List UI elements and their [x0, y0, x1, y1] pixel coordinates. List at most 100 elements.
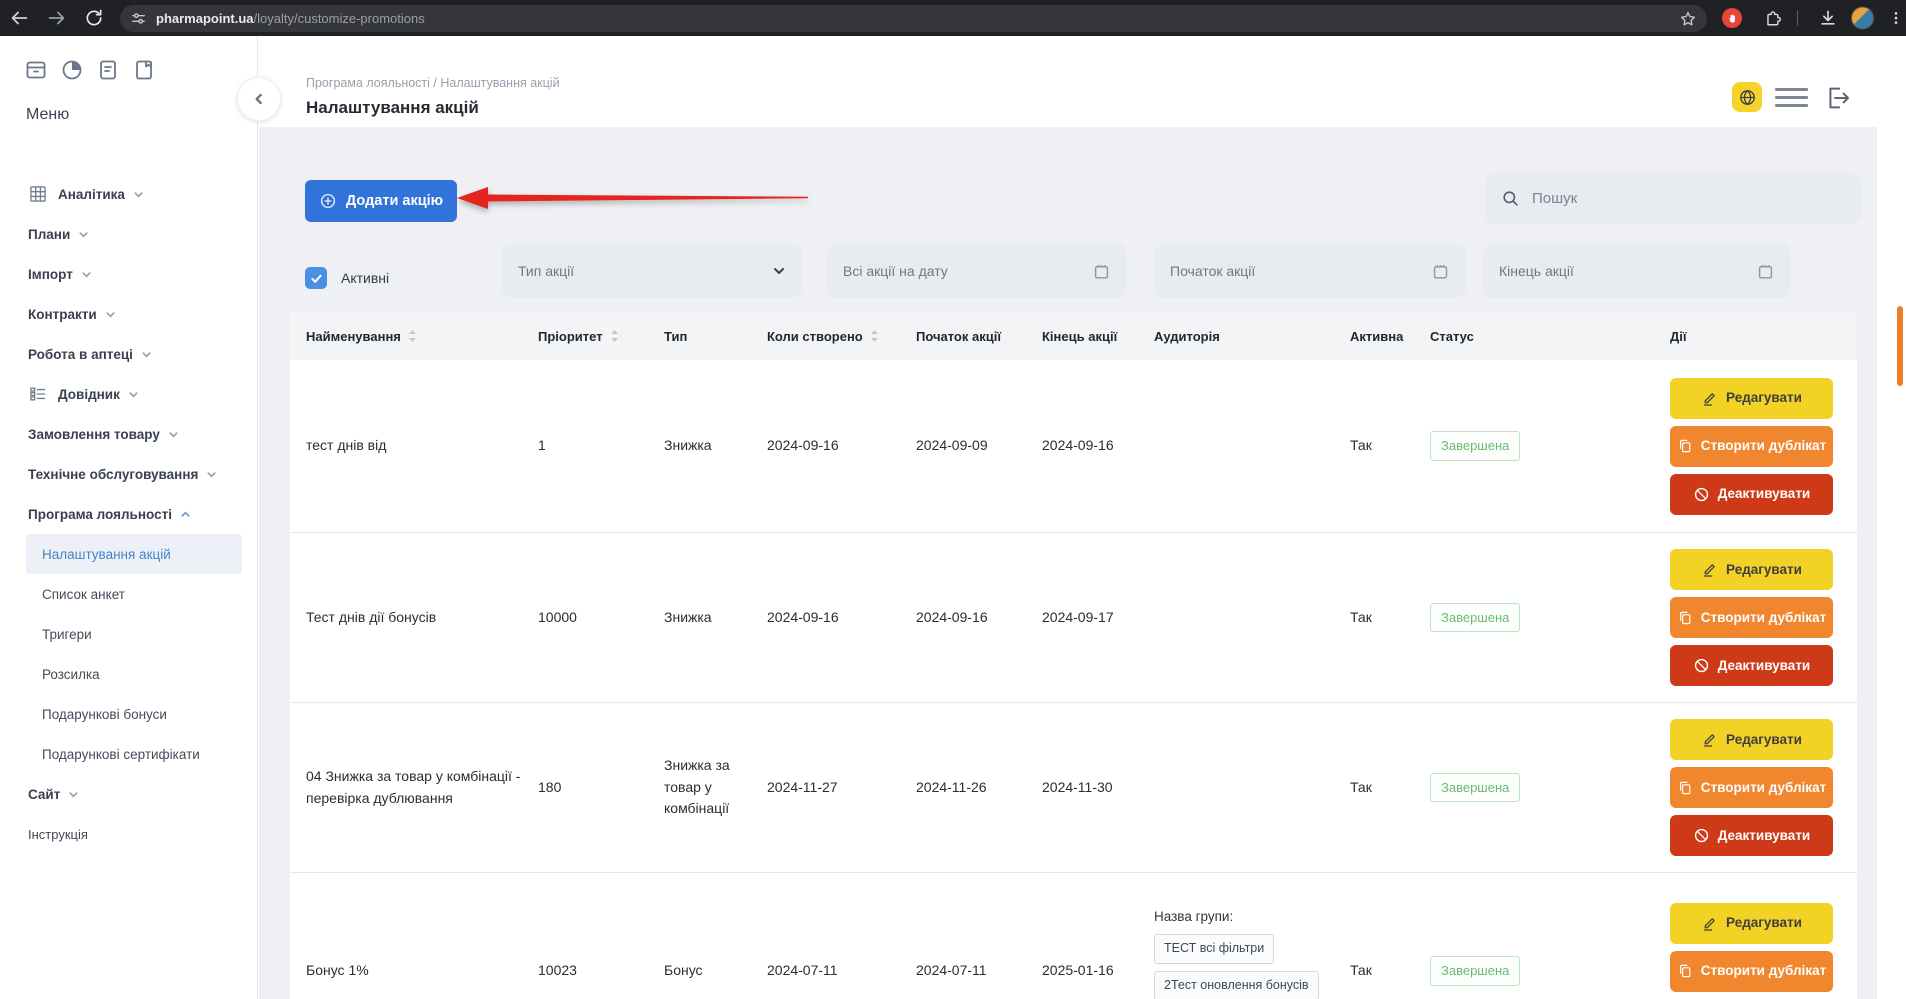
cell-audience — [1138, 360, 1334, 532]
edit-button[interactable]: Редагувати — [1670, 719, 1833, 760]
search-box[interactable] — [1485, 173, 1861, 224]
table-row: тест днів від 1 Знижка 2024-09-16 2024-0… — [290, 360, 1857, 533]
active-checkbox[interactable] — [305, 267, 327, 289]
deactivate-button[interactable]: Деактивувати — [1670, 474, 1833, 515]
search-input[interactable] — [1530, 189, 1845, 208]
sidebar-item-directory[interactable]: Довідник — [0, 374, 257, 414]
sidebar-item-pharmacy-work[interactable]: Робота в аптеці — [0, 334, 257, 374]
sort-icon[interactable] — [408, 329, 417, 343]
sidebar-item-loyalty-program[interactable]: Програма лояльності — [0, 494, 257, 534]
duplicate-button[interactable]: Створити дублікат — [1670, 426, 1833, 467]
duplicate-button[interactable]: Створити дублікат — [1670, 597, 1833, 638]
sidebar-item-plans[interactable]: Плани — [0, 214, 257, 254]
cell-audience: Назва групи: ТЕСТ всі фільтри 2Тест онов… — [1138, 873, 1334, 999]
sidebar-subitem-gift-certificates[interactable]: Подарункові сертифікати — [26, 734, 242, 774]
sidebar-subitem-customize-promotions[interactable]: Налаштування акцій — [26, 534, 242, 574]
deactivate-button[interactable]: Деактивувати — [1670, 815, 1833, 856]
breadcrumb[interactable]: Програма лояльності / Налаштування акцій — [306, 76, 560, 90]
cell-actions: Редагувати Створити дублікат Деактивуват… — [1654, 873, 1845, 999]
pie-chart-icon[interactable] — [60, 58, 84, 82]
table-header-row: Найменування Пріоритет Тип Коли створено… — [290, 312, 1857, 360]
cell-actions: Редагувати Створити дублікат Деактивуват… — [1654, 360, 1845, 532]
column-header-created[interactable]: Коли створено — [751, 312, 900, 360]
cell-name: Тест днів дії бонусів — [290, 533, 522, 702]
sidebar-item-instruction[interactable]: Інструкція — [0, 814, 257, 854]
promotion-type-dropdown[interactable]: Тип акції — [502, 244, 802, 298]
site-settings-icon[interactable] — [130, 10, 147, 27]
cell-status: Завершена — [1414, 873, 1654, 999]
sidebar-item-goods-order[interactable]: Замовлення товару — [0, 414, 257, 454]
end-date-picker[interactable]: Кінець акції — [1483, 244, 1791, 298]
cell-actions: Редагувати Створити дублікат Деактивуват… — [1654, 703, 1845, 872]
start-date-picker[interactable]: Початок акції — [1154, 244, 1466, 298]
browser-chrome: pharmapoint.ua/loyalty/customize-promoti… — [0, 0, 1906, 36]
sort-icon[interactable] — [610, 329, 619, 343]
deactivate-button[interactable]: Деактивувати — [1670, 645, 1833, 686]
archive-icon[interactable] — [24, 58, 48, 82]
language-globe-button[interactable] — [1732, 82, 1762, 112]
sidebar-item-contracts[interactable]: Контракти — [0, 294, 257, 334]
extensions-puzzle-icon[interactable] — [1764, 9, 1783, 28]
status-badge: Завершена — [1430, 773, 1520, 803]
slashed-circle-icon — [1693, 657, 1710, 674]
sidebar-subitem-triggers[interactable]: Тригери — [26, 614, 242, 654]
cell-priority: 1 — [522, 360, 648, 532]
chevron-down-icon — [128, 389, 139, 400]
active-checkbox-label: Активні — [341, 270, 389, 286]
sidebar-item-import[interactable]: Імпорт — [0, 254, 257, 294]
sidebar-item-label: Довідник — [58, 387, 120, 402]
edit-button[interactable]: Редагувати — [1670, 378, 1833, 419]
duplicate-button[interactable]: Створити дублікат — [1670, 951, 1833, 992]
book-icon[interactable] — [132, 58, 156, 82]
table-row: Тест днів дії бонусів 10000 Знижка 2024-… — [290, 533, 1857, 703]
cell-active: Так — [1334, 873, 1414, 999]
pencil-icon — [1701, 561, 1718, 578]
downloads-icon[interactable] — [1818, 8, 1838, 28]
column-header-status: Статус — [1414, 312, 1654, 360]
column-header-name[interactable]: Найменування — [290, 312, 522, 360]
sidebar-item-analytics[interactable]: Аналітика — [0, 174, 257, 214]
sidebar-subitem-questionnaires[interactable]: Список анкет — [26, 574, 242, 614]
chevron-down-icon — [772, 264, 786, 278]
cell-type: Знижка за товар у комбінації — [648, 703, 751, 872]
sidebar-item-maintenance[interactable]: Технічне обслуговування — [0, 454, 257, 494]
add-promotion-button[interactable]: Додати акцію — [305, 180, 457, 222]
browser-profile-avatar[interactable] — [1851, 7, 1874, 30]
column-header-priority[interactable]: Пріоритет — [522, 312, 648, 360]
sidebar-subitem-label: Список анкет — [42, 587, 125, 602]
menu-hamburger-icon[interactable] — [1775, 88, 1808, 107]
edit-button[interactable]: Редагувати — [1670, 549, 1833, 590]
column-header-type: Тип — [648, 312, 751, 360]
bookmark-star-icon[interactable] — [1679, 10, 1697, 28]
copy-icon — [1677, 610, 1693, 626]
sidebar-subitem-gift-bonuses[interactable]: Подарункові бонуси — [26, 694, 242, 734]
sidebar-subitem-mailing[interactable]: Розсилка — [26, 654, 242, 694]
sidebar-nav: Аналітика Плани Імпорт Контракти Робота … — [0, 174, 257, 854]
sort-icon[interactable] — [870, 329, 879, 343]
logout-icon[interactable] — [1824, 84, 1852, 112]
edit-button[interactable]: Редагувати — [1670, 903, 1833, 944]
sidebar-item-label: Замовлення товару — [28, 427, 160, 442]
sidebar-collapse-button[interactable] — [237, 77, 281, 121]
cell-created: 2024-07-11 — [751, 873, 900, 999]
browser-back-icon[interactable] — [8, 7, 30, 29]
duplicate-button[interactable]: Створити дублікат — [1670, 767, 1833, 808]
sidebar-item-site[interactable]: Сайт — [0, 774, 257, 814]
browser-reload-icon[interactable] — [84, 8, 104, 28]
page-scrollbar-thumb[interactable] — [1897, 306, 1903, 386]
adblock-extension-icon[interactable] — [1722, 8, 1742, 28]
url-bar[interactable]: pharmapoint.ua/loyalty/customize-promoti… — [120, 5, 1707, 32]
browser-forward-icon[interactable] — [46, 7, 68, 29]
slashed-circle-icon — [1693, 827, 1710, 844]
grid-icon — [28, 184, 48, 204]
pencil-icon — [1701, 731, 1718, 748]
status-badge: Завершена — [1430, 956, 1520, 986]
sidebar-subitem-label: Подарункові бонуси — [42, 707, 167, 722]
cell-created: 2024-09-16 — [751, 533, 900, 702]
all-promotions-date-picker[interactable]: Всі акції на дату — [827, 244, 1127, 298]
cell-audience — [1138, 703, 1334, 872]
chrome-menu-icon[interactable] — [1888, 10, 1904, 26]
document-icon[interactable] — [96, 58, 120, 82]
cell-priority: 10023 — [522, 873, 648, 999]
cell-start: 2024-09-16 — [900, 533, 1026, 702]
